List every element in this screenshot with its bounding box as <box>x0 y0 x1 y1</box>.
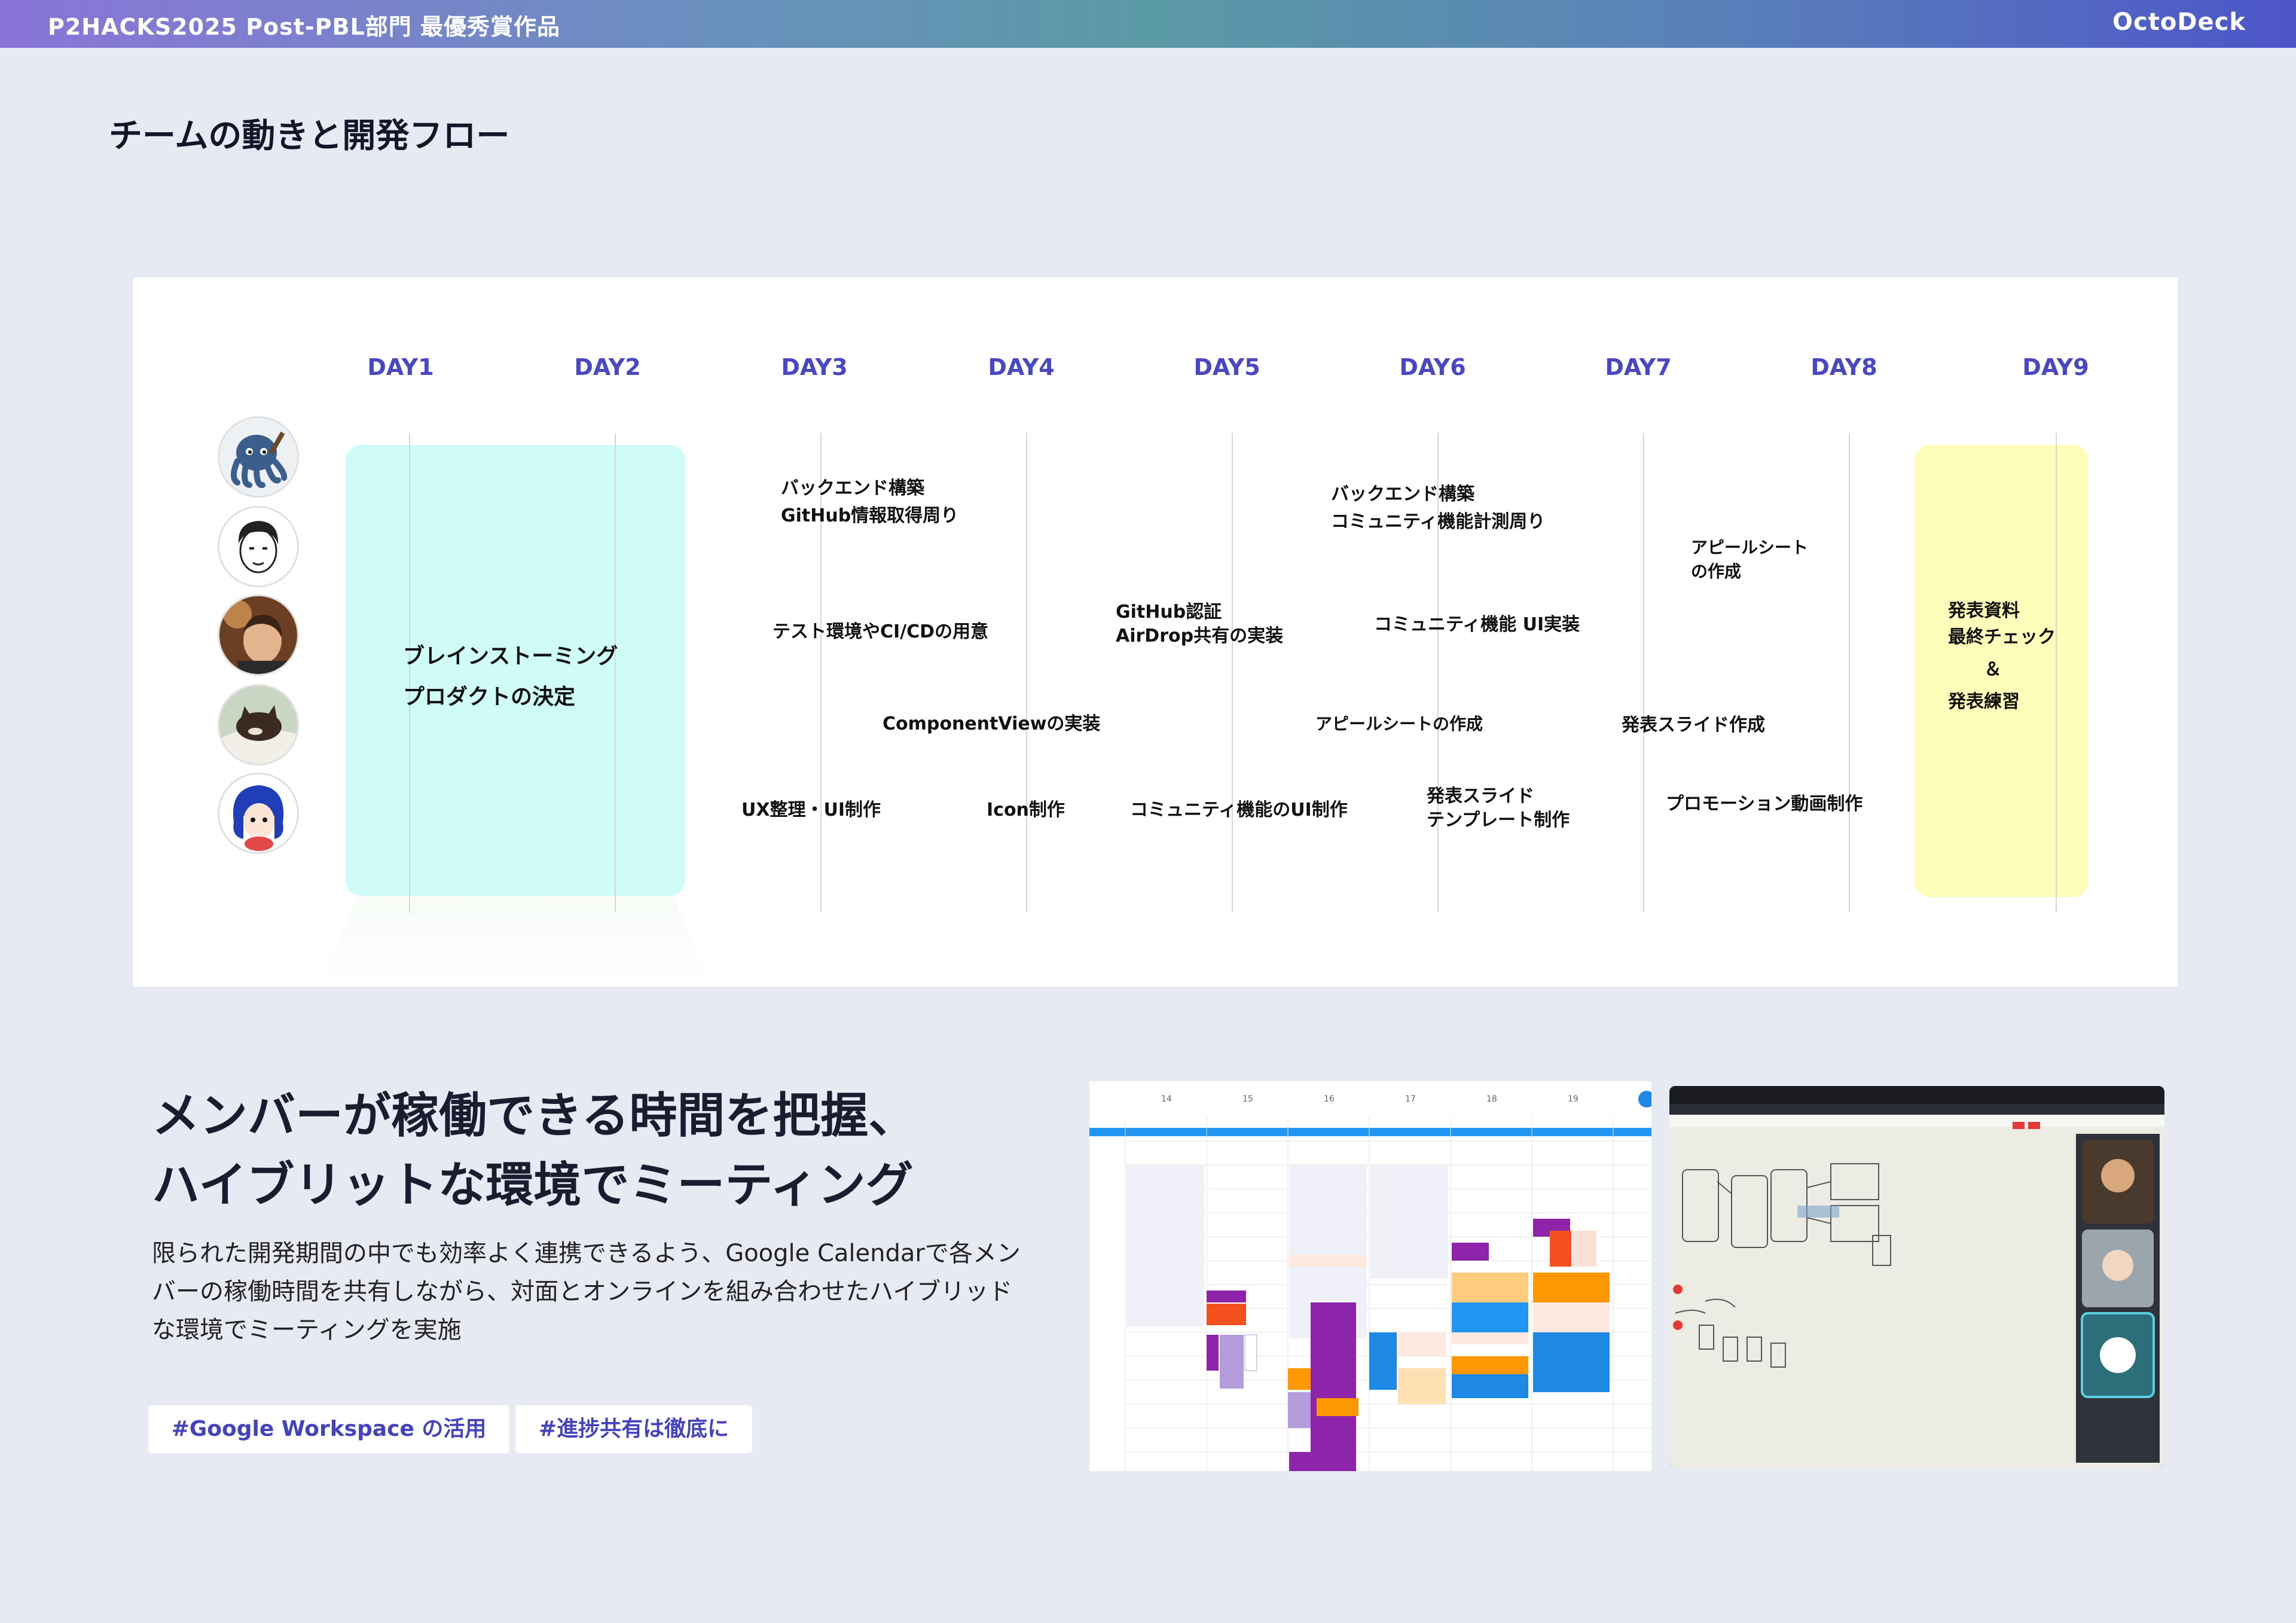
calendar-date: 17 <box>1405 1094 1416 1104</box>
member-avatar-girl <box>218 773 299 854</box>
meeting-description: 限られた開発期間の中でも効率よく連携できるよう、Google Calendarで… <box>152 1240 1021 1344</box>
member-avatar-boy <box>218 506 299 587</box>
calendar-date: 19 <box>1568 1094 1578 1104</box>
day-label: DAY3 <box>781 354 848 380</box>
task-label: コミュニティ機能のUI制作 <box>1130 800 1348 820</box>
day-label: DAY7 <box>1605 354 1672 380</box>
task-label: コミュニティ機能 UI実装 <box>1374 614 1580 635</box>
task-label: 発表スライド作成 <box>1622 715 1765 736</box>
task-label: アピールシートの作成 <box>1315 714 1483 734</box>
day-label: DAY6 <box>1399 354 1466 380</box>
event-title: P2HACKS2025 Post-PBL部門 最優秀賞作品 <box>48 14 560 40</box>
day-line <box>1232 433 1233 913</box>
task-label: 発表スライド テンプレート制作 <box>1427 786 1570 831</box>
calendar-grid <box>1089 1081 1651 1471</box>
tag-progress-sharing: #進捗共有は徹底に <box>515 1405 752 1453</box>
day-label: DAY2 <box>574 354 641 380</box>
day-line <box>1643 433 1644 913</box>
meeting-headline: メンバーが稼働できる時間を把握、 ハイブリットな環境でミーティング <box>152 1088 917 1213</box>
timeline-card: DAY1 DAY2 DAY3 DAY4 DAY5 DAY6 DAY7 DAY8 … <box>133 277 2178 987</box>
task-label: バックエンド構築 GitHub情報取得周り <box>781 478 959 526</box>
cat-photo-icon <box>219 686 297 764</box>
product-name: OctoDeck <box>2112 8 2246 36</box>
task-label: UX整理・UI制作 <box>741 800 881 820</box>
calendar-date: 16 <box>1324 1094 1335 1104</box>
calendar-screenshot: 14 15 16 17 18 19 <box>1089 1081 1651 1471</box>
task-label: GitHub認証 AirDrop共有の実装 <box>1116 602 1284 646</box>
task-label: ComponentViewの実装 <box>883 713 1101 734</box>
calendar-date: 15 <box>1242 1094 1253 1104</box>
person-photo-icon <box>219 596 297 674</box>
day-label: DAY1 <box>367 354 434 380</box>
top-banner: P2HACKS2025 Post-PBL部門 最優秀賞作品 OctoDeck <box>0 0 2296 48</box>
day-line <box>1026 433 1027 913</box>
task-label: バックエンド構築 コミュニティ機能計測周り <box>1331 484 1546 532</box>
day-line <box>2056 433 2057 913</box>
task-label: プロモーション動画制作 <box>1666 794 1863 814</box>
calendar-date: 14 <box>1161 1094 1172 1104</box>
phase-end-text: 発表資料 最終チェック ＆ 発表練習 <box>1948 600 2056 712</box>
task-label: Icon制作 <box>987 800 1065 820</box>
girl-face-icon <box>219 774 297 852</box>
member-avatar-cat <box>218 684 299 765</box>
phase-start-shadow <box>318 897 713 987</box>
tag-google-workspace: #Google Workspace の活用 <box>148 1405 509 1453</box>
day-label: DAY8 <box>1810 354 1877 380</box>
day-label: DAY5 <box>1193 354 1260 380</box>
member-avatar-octopus <box>218 416 299 498</box>
whiteboard-meeting-image <box>1669 1086 2164 1468</box>
task-label: テスト環境やCI/CDの用意 <box>773 621 989 642</box>
phase-start-text: ブレインストーミング プロダクトの決定 <box>403 644 618 709</box>
meeting-photo <box>1669 1086 2164 1468</box>
boy-face-icon <box>219 508 297 585</box>
member-avatar-photo-person <box>218 594 299 676</box>
day-label: DAY4 <box>988 354 1055 380</box>
page-title: チームの動きと開発フロー <box>109 117 510 155</box>
day-label: DAY9 <box>2022 354 2089 380</box>
day-line <box>1849 433 1850 913</box>
octopus-icon <box>219 418 297 496</box>
calendar-date: 18 <box>1486 1094 1497 1104</box>
task-label: アピールシートの作成 <box>1691 538 1809 581</box>
